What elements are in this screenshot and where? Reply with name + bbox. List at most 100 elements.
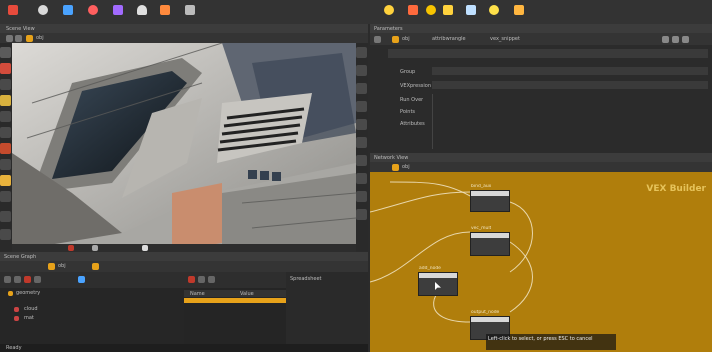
node-header <box>471 191 509 196</box>
cursor-icon <box>435 282 441 290</box>
forward-arrow-icon[interactable] <box>15 35 22 42</box>
paint-tool-icon[interactable] <box>0 143 11 154</box>
code-label: VEXpression <box>400 83 432 89</box>
side-tab[interactable]: Spreadsheet <box>290 276 322 282</box>
handle-tool-icon[interactable] <box>0 111 11 122</box>
scene-path[interactable]: obj <box>36 35 44 41</box>
param-tab[interactable]: Parameters <box>374 26 403 32</box>
light-tool-icon[interactable] <box>0 229 11 240</box>
flipbook-icon[interactable] <box>142 245 148 251</box>
param-path[interactable]: obj <box>402 36 410 42</box>
scale-tool-icon[interactable] <box>0 95 11 106</box>
scene-tabbar: Scene View <box>0 24 368 33</box>
display-light2-icon[interactable] <box>356 209 367 220</box>
tree-item[interactable]: cloud <box>2 306 182 313</box>
display-wire-icon[interactable] <box>356 47 367 58</box>
network-path[interactable]: obj <box>402 164 410 170</box>
obj-icon <box>26 35 33 42</box>
param-header-field[interactable] <box>388 49 708 58</box>
link-icon[interactable] <box>78 276 85 283</box>
expand-icon[interactable] <box>682 36 689 43</box>
tooltip-text: Left-click to select, or press ESC to ca… <box>488 336 593 342</box>
display-hide-icon[interactable] <box>356 173 367 184</box>
snap-tool-icon[interactable] <box>0 175 11 186</box>
param-node-label[interactable]: attribwrangle <box>432 36 466 42</box>
viewport-bottom-toolbar <box>12 244 356 252</box>
info-tool-icon[interactable] <box>0 211 11 222</box>
tool-figure-icon[interactable] <box>137 5 147 15</box>
record-icon[interactable] <box>68 245 74 251</box>
table-icon[interactable] <box>188 276 195 283</box>
tree-tab[interactable]: Scene Graph <box>4 254 36 260</box>
shelf-spotlight-icon[interactable] <box>408 5 418 15</box>
scene-tab[interactable]: Scene View <box>6 26 35 32</box>
param-node-name[interactable]: vex_snippet <box>490 36 520 42</box>
code-field[interactable] <box>432 81 708 89</box>
display-snap-icon[interactable] <box>356 155 367 166</box>
tool-light-icon[interactable] <box>88 5 98 15</box>
shelf-env-icon[interactable] <box>443 5 453 15</box>
geo-icon <box>14 316 19 321</box>
back-arrow-icon[interactable] <box>374 36 381 43</box>
tree-item-label: mat <box>24 315 34 321</box>
geo-icon <box>8 291 13 296</box>
right-display-toolbar <box>356 43 368 251</box>
shelf-sun-icon[interactable] <box>426 5 436 15</box>
tool-skeleton-icon[interactable] <box>185 5 195 15</box>
node-header <box>419 273 457 278</box>
mask-tool-icon[interactable] <box>0 191 11 202</box>
status-text: Ready <box>6 345 22 351</box>
display-light-icon[interactable] <box>356 83 367 94</box>
delete-icon[interactable] <box>14 276 21 283</box>
help-icon[interactable] <box>672 36 679 43</box>
network-tab[interactable]: Network View <box>374 155 408 161</box>
view-tool-icon[interactable] <box>0 159 11 170</box>
node-name: add_node <box>419 266 441 271</box>
network-node[interactable]: bind_aux <box>470 184 510 212</box>
left-toolbar <box>0 43 12 251</box>
side-panel: Spreadsheet <box>286 272 368 344</box>
tool-box-icon[interactable] <box>113 5 123 15</box>
table-icon[interactable] <box>198 276 205 283</box>
network-tabbar: Network View <box>370 153 712 162</box>
node-name: bind_aux <box>471 184 492 189</box>
rotate-tool-icon[interactable] <box>0 79 11 90</box>
back-arrow-icon[interactable] <box>6 35 13 42</box>
shelf-sky-icon[interactable] <box>466 5 476 15</box>
display-ghost-icon[interactable] <box>356 137 367 148</box>
gear-icon[interactable] <box>662 36 669 43</box>
tool-camera-icon[interactable] <box>160 5 170 15</box>
table-icon[interactable] <box>208 276 215 283</box>
tree-item[interactable]: mat <box>2 315 182 322</box>
tree-item[interactable]: geometry <box>2 290 182 297</box>
pose-tool-icon[interactable] <box>0 127 11 138</box>
node-name: vec_mult <box>471 226 492 231</box>
display-flip-icon[interactable] <box>356 191 367 202</box>
display-grid-icon[interactable] <box>356 101 367 112</box>
tree-path[interactable]: obj <box>58 263 66 269</box>
shelf-light-icon[interactable] <box>384 5 394 15</box>
group-field[interactable] <box>432 67 708 75</box>
group-label: Group <box>400 69 416 75</box>
move-tool-icon[interactable] <box>0 63 11 74</box>
display-camera-icon[interactable] <box>356 119 367 130</box>
network-node[interactable]: vec_mult <box>470 226 510 256</box>
tool-cube-icon[interactable] <box>8 5 18 15</box>
tool-grid-icon[interactable] <box>63 5 73 15</box>
param-row-label: Points <box>400 109 416 115</box>
network-editor[interactable]: VEX Builder bind_aux vec_mult add_node o… <box>370 172 712 352</box>
table-toolbar <box>184 272 286 288</box>
shelf-flag-icon[interactable] <box>514 5 524 15</box>
shelf-gi-icon[interactable] <box>489 5 499 15</box>
filter-icon[interactable] <box>34 276 41 283</box>
network-node[interactable]: add_node <box>418 266 458 296</box>
tree-item-label: geometry <box>16 290 41 296</box>
color-icon[interactable] <box>24 276 31 283</box>
snapshot-icon[interactable] <box>92 245 98 251</box>
display-shade-icon[interactable] <box>356 65 367 76</box>
add-icon[interactable] <box>4 276 11 283</box>
viewport[interactable] <box>12 43 356 251</box>
table-selected-row[interactable] <box>184 298 286 303</box>
tool-sphere-icon[interactable] <box>38 5 48 15</box>
select-tool-icon[interactable] <box>0 47 11 58</box>
